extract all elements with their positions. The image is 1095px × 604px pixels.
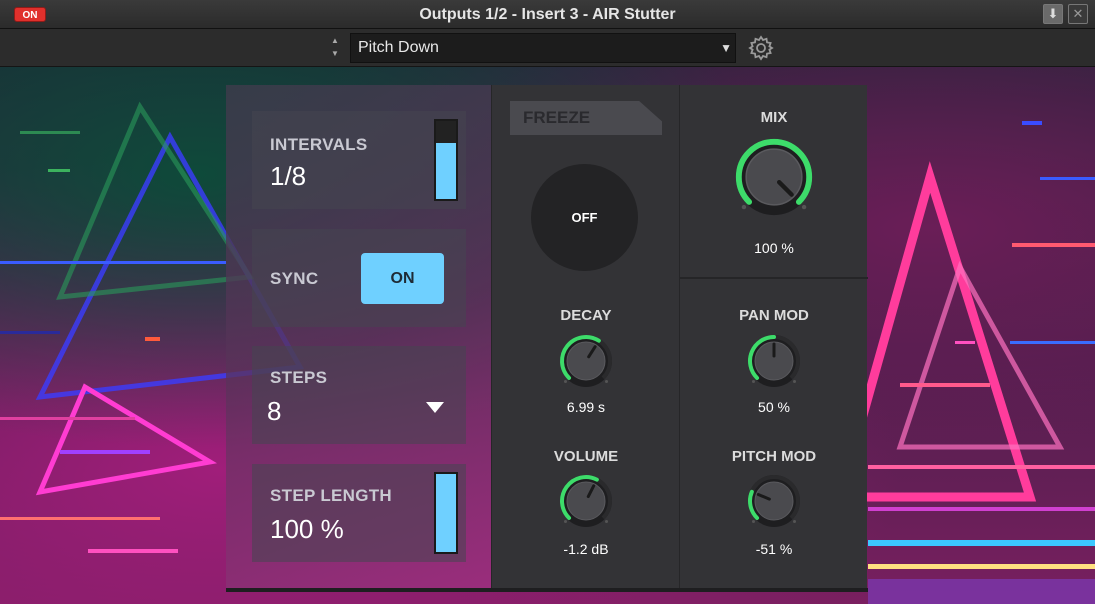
freeze-label: FREEZE xyxy=(510,101,662,135)
sync-label: SYNC xyxy=(270,269,319,288)
panel-bottom-edge xyxy=(226,588,868,592)
section-divider xyxy=(680,277,868,279)
step-length-box[interactable]: STEP LENGTH 100 % xyxy=(252,464,466,562)
step-length-meter[interactable] xyxy=(434,472,458,554)
decay-knob[interactable] xyxy=(556,331,616,391)
sync-box: SYNC ON xyxy=(252,229,466,327)
mix-label: MIX xyxy=(760,109,788,126)
intervals-label: INTERVALS xyxy=(270,135,368,154)
pitch-mod-value: -51 % xyxy=(755,541,793,557)
preset-bar: ▲ ▼ Pitch Down ▼ xyxy=(0,29,1095,67)
intervals-value: 1/8 xyxy=(270,161,307,191)
step-length-meter-fill xyxy=(436,474,456,552)
pan-mod-value: 50 % xyxy=(758,399,790,415)
title-bar: ON Outputs 1/2 - Insert 3 - AIR Stutter … xyxy=(0,0,1095,29)
steps-value: 8 xyxy=(267,396,282,426)
close-icon[interactable]: ✕ xyxy=(1068,4,1088,24)
sync-toggle-button[interactable]: ON xyxy=(361,253,444,304)
volume-knob[interactable] xyxy=(556,471,616,531)
volume-label: VOLUME xyxy=(553,448,619,465)
pitch-mod-label: PITCH MOD xyxy=(731,448,817,465)
pan-mod-knob[interactable] xyxy=(744,331,804,391)
window-title: Outputs 1/2 - Insert 3 - AIR Stutter xyxy=(419,6,676,23)
gear-icon[interactable] xyxy=(748,35,774,61)
left-controls: INTERVALS 1/8 SYNC ON STEPS 8 STEP LENGT… xyxy=(226,85,491,590)
plugin-window: ON Outputs 1/2 - Insert 3 - AIR Stutter … xyxy=(0,0,1095,604)
decay-value: 6.99 s xyxy=(566,399,606,415)
triangle-down-icon: ▼ xyxy=(720,41,732,55)
volume-value: -1.2 dB xyxy=(563,541,609,557)
preset-dropdown[interactable]: Pitch Down ▼ xyxy=(350,33,736,63)
preset-name: Pitch Down xyxy=(358,39,439,56)
intervals-box[interactable]: INTERVALS 1/8 xyxy=(252,111,466,209)
intervals-meter-fill xyxy=(436,142,456,199)
steps-label: STEPS xyxy=(270,368,328,387)
steps-box[interactable]: STEPS 8 xyxy=(252,346,466,444)
decay-label: DECAY xyxy=(560,307,612,324)
triangle-down-icon[interactable] xyxy=(426,402,444,413)
intervals-meter[interactable] xyxy=(434,119,458,201)
step-length-label: STEP LENGTH xyxy=(270,486,393,505)
pitch-mod-knob[interactable] xyxy=(744,471,804,531)
mix-value: 100 % xyxy=(754,240,794,256)
download-icon[interactable]: ⬇ xyxy=(1043,4,1063,24)
middle-controls: FREEZE OFF DECAY 6.99 s VOLUME -1.2 dB xyxy=(491,85,679,590)
stutter-panel: INTERVALS 1/8 SYNC ON STEPS 8 STEP LENGT… xyxy=(226,85,868,592)
step-length-value: 100 % xyxy=(270,514,344,544)
pan-mod-label: PAN MOD xyxy=(739,307,809,324)
freeze-button[interactable]: OFF xyxy=(531,164,638,271)
up-down-stepper-icon[interactable]: ▲ ▼ xyxy=(324,34,346,62)
mix-knob[interactable] xyxy=(730,133,818,221)
right-controls: MIX 100 % PAN MOD 50 % PITCH MOD -51 % xyxy=(679,85,868,590)
